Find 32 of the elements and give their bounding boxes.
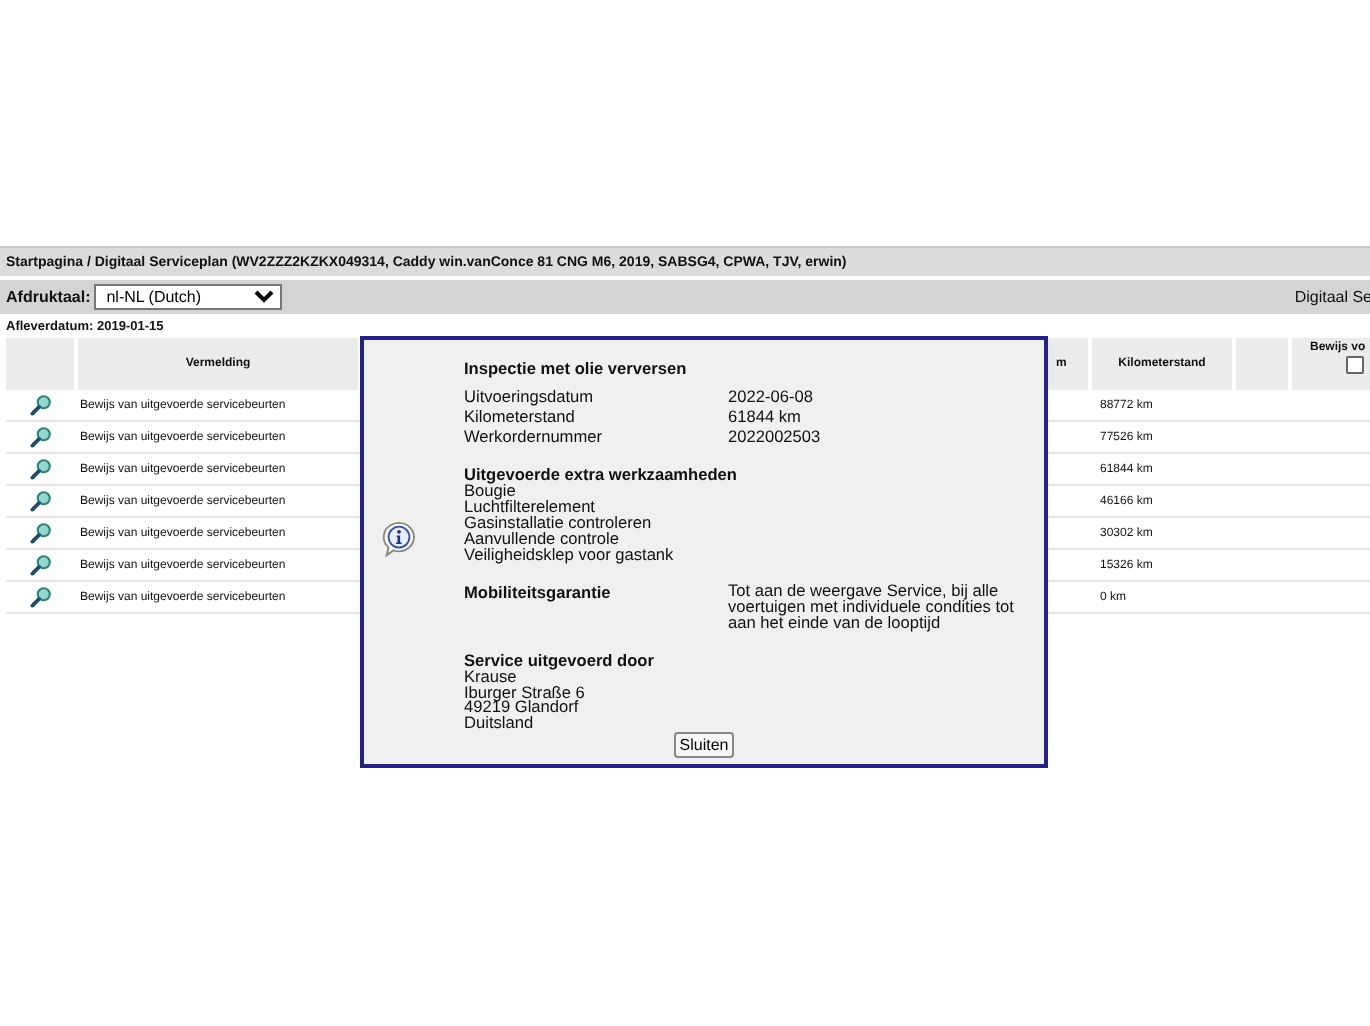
magnifier-icon[interactable] [30,426,52,448]
work-item: Aanvullende controle [464,532,619,549]
section-title: Uitgevoerde extra werkzaamheden [464,466,739,485]
work-item: Gasinstallatie controleren [464,516,654,533]
work-item: Bougie [464,484,516,501]
address-line: Iburger Straße 6 [464,685,587,701]
magnifier-icon[interactable] [30,586,52,608]
section-title: Mobiliteitsgarantie [464,583,613,606]
select-all-checkbox[interactable] [1346,356,1364,374]
detail-value: 61844 km [728,407,803,428]
detail-label: Uitvoeringsdatum [464,388,596,408]
print-language-label: Afdruktaal: [6,288,91,306]
print-language-select[interactable]: nl-NL (Dutch) [94,284,283,310]
close-button[interactable]: Sluiten [673,732,735,758]
detail-label: Werkordernummer [464,427,605,447]
work-item: Veiligheidsklep voor gastank [464,548,676,564]
guarantee-text: Tot aan de weergave Service, bij alle voertuigen met individuele condities tot aan het einde van de looptijd [728,583,1016,632]
magnifier-icon[interactable] [30,522,52,544]
address-line: 49219 Glandorf [464,700,579,717]
work-item: Luchtfilterelement [464,500,595,517]
address-line: Krause [464,669,517,686]
detail-label: Kilometerstand [464,407,575,428]
magnifier-icon[interactable] [30,490,52,512]
info-icon [380,520,418,558]
magnifier-icon[interactable] [30,458,52,480]
magnifier-icon[interactable] [30,394,52,416]
detail-value: 2022-06-08 [728,388,815,408]
dialog-title: Inspectie met olie verversen [464,360,689,378]
detail-value: 2022002503 [728,427,823,447]
section-title: Service uitgevoerd door [464,651,656,670]
address-line: Duitsland [464,716,534,733]
magnifier-icon[interactable] [30,554,52,576]
